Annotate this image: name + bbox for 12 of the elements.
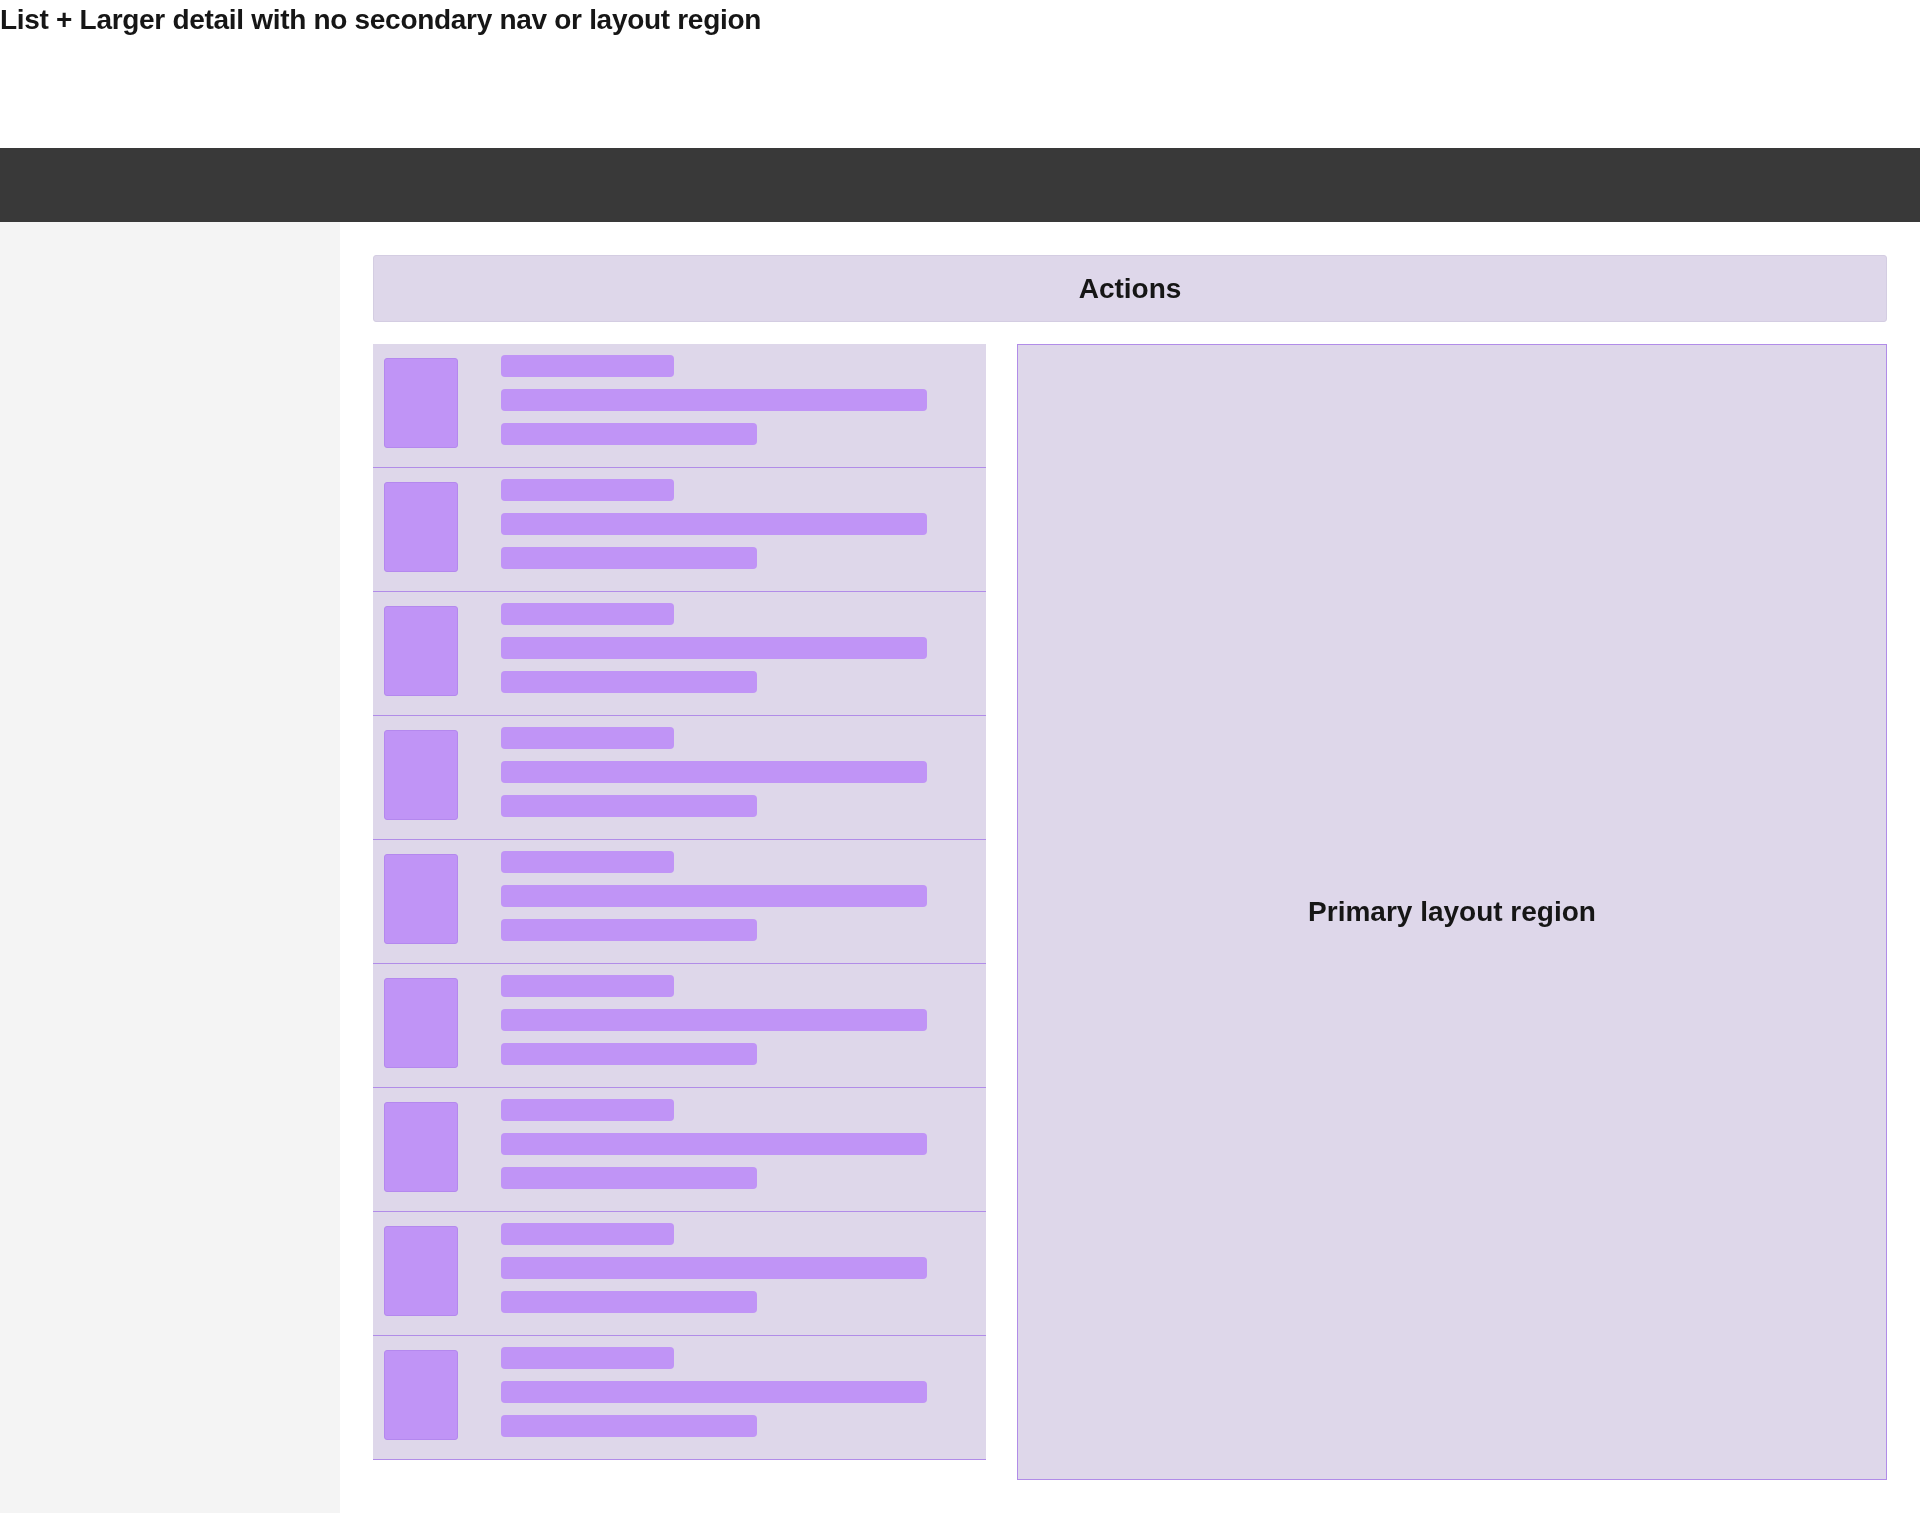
list-item[interactable]: [373, 1336, 986, 1460]
page-title: List + Larger detail with no secondary nav or layout region: [0, 3, 762, 36]
list-item[interactable]: [373, 964, 986, 1088]
list-item[interactable]: [373, 592, 986, 716]
list-item[interactable]: [373, 1088, 986, 1212]
detail-label: Primary layout region: [1308, 896, 1596, 928]
list-item[interactable]: [373, 716, 986, 840]
list-item[interactable]: [373, 1212, 986, 1336]
list-item[interactable]: [373, 840, 986, 964]
list-item[interactable]: [373, 344, 986, 468]
list-item[interactable]: [373, 468, 986, 592]
actions-bar: Actions: [373, 255, 1887, 322]
